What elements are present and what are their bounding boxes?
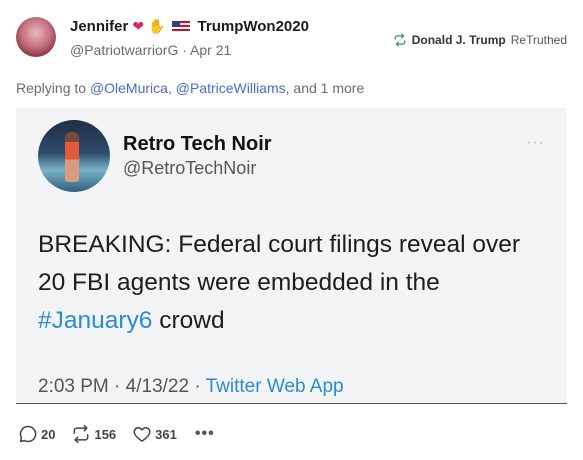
handle-separator: · — [182, 42, 187, 58]
retruth-button[interactable]: 156 — [71, 424, 116, 444]
reply-button[interactable]: 20 — [18, 424, 55, 444]
tweet-text-end: crowd — [152, 307, 225, 334]
tweet-meta-dot: · — [114, 376, 121, 397]
retruth-count: 156 — [94, 426, 117, 442]
retruth-label: ReTruthed — [510, 33, 567, 47]
tweet-author-avatar — [38, 120, 110, 192]
avatar-figure — [65, 132, 79, 182]
replying-prefix: Replying to — [16, 80, 87, 96]
embedded-tweet-image[interactable]: Retro Tech Noir @RetroTechNoir ··· BREAK… — [16, 108, 567, 404]
mention-link[interactable]: @PatriceWilliams — [176, 80, 286, 96]
author-avatar[interactable] — [16, 17, 56, 57]
heart-outline-icon — [133, 427, 151, 442]
retruth-by[interactable]: Donald J. Trump — [412, 33, 506, 47]
author-name-suffix: TrumpWon2020 — [197, 18, 309, 35]
post-actions: 20 156 361 ••• — [18, 424, 215, 444]
tweet-text: BREAKING: Federal court filings reveal o… — [38, 226, 548, 340]
tweet-text-main: BREAKING: Federal court filings reveal o… — [38, 231, 521, 296]
tweet-author-name: Retro Tech Noir — [123, 133, 272, 155]
heart-icon: ❤ — [132, 18, 145, 34]
replying-to-line: Replying to @OleMurica, @PatriceWilliams… — [16, 80, 364, 96]
retruth-indicator: Donald J. Trump ReTruthed — [393, 33, 567, 47]
reply-count: 20 — [41, 426, 56, 442]
mention-comma: , — [167, 80, 172, 96]
tweet-more-icon: ··· — [526, 134, 545, 151]
post-date[interactable]: Apr 21 — [190, 42, 231, 58]
reply-icon — [19, 425, 37, 443]
us-flag-icon — [171, 20, 190, 33]
like-button[interactable]: 361 — [132, 424, 177, 444]
author-handle-line: @PatriotwarriorG · Apr 21 — [70, 42, 231, 58]
tweet-author-handle: @RetroTechNoir — [123, 158, 257, 178]
tweet-date: 4/13/22 — [125, 376, 190, 397]
author-name-line[interactable]: Jennifer ❤ ✋ TrumpWon2020 — [70, 18, 309, 35]
author-handle[interactable]: @PatriotwarriorG — [70, 42, 178, 58]
post-header: Jennifer ❤ ✋ TrumpWon2020 @Patriotwarrio… — [0, 0, 583, 80]
author-name[interactable]: Jennifer — [70, 18, 128, 35]
replying-suffix[interactable]: , and 1 more — [286, 80, 365, 96]
like-count: 361 — [155, 426, 177, 442]
retruth-action-icon — [74, 424, 89, 444]
tweet-meta-dot: · — [194, 376, 201, 397]
praying-hands-icon: ✋ — [148, 18, 166, 34]
more-options-icon[interactable]: ••• — [195, 425, 215, 443]
mention-link[interactable]: @OleMurica — [90, 80, 168, 96]
tweet-time: 2:03 PM — [38, 376, 109, 397]
tweet-meta: 2:03 PM · 4/13/22 · Twitter Web App — [38, 376, 344, 398]
tweet-app: Twitter Web App — [205, 376, 344, 397]
tweet-hashtag: #January6 — [38, 307, 153, 334]
retruth-icon — [394, 33, 406, 47]
